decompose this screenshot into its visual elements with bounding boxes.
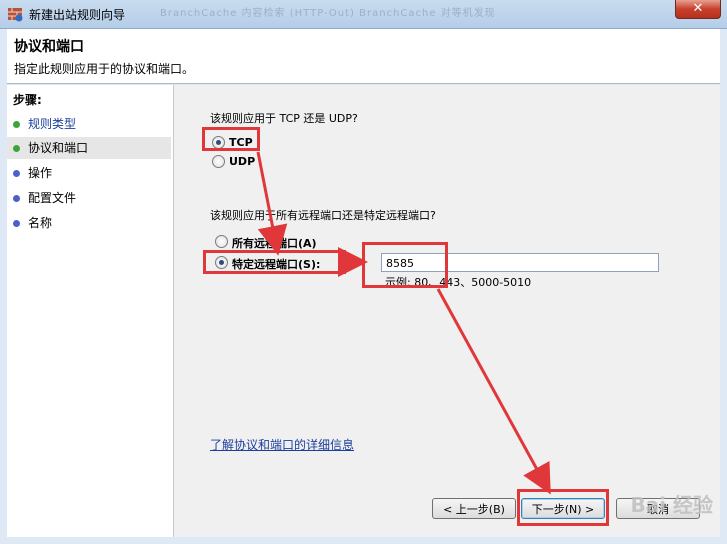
step-name[interactable]: 名称 — [7, 212, 171, 234]
baidu-watermark: Bai 经验 — [630, 493, 713, 517]
step-action[interactable]: 操作 — [7, 162, 171, 184]
step-label: 配置文件 — [28, 191, 77, 205]
step-status-icon — [13, 170, 20, 177]
title-bar: 新建出站规则向导 BranchCache 内容检索 (HTTP-Out) Bra… — [0, 0, 727, 29]
close-icon: ✕ — [692, 1, 704, 16]
tcp-radio[interactable] — [212, 136, 225, 149]
specific-ports-label[interactable]: 特定远程端口(S): — [232, 256, 320, 272]
tcp-label[interactable]: TCP — [229, 136, 253, 149]
all-ports-label[interactable]: 所有远程端口(A) — [232, 235, 317, 251]
remote-port-field[interactable]: 8585 — [381, 253, 659, 272]
step-status-icon — [13, 195, 20, 202]
steps-sidebar: 步骤: 规则类型 协议和端口 操作 配置文件 名称 — [7, 85, 174, 537]
step-protocol-ports[interactable]: 协议和端口 — [7, 137, 171, 159]
all-ports-radio[interactable] — [215, 235, 228, 248]
ports-question: 该规则应用于所有远程端口还是特定远程端口? — [210, 209, 436, 222]
step-status-icon — [13, 121, 20, 128]
learn-more-link[interactable]: 了解协议和端口的详细信息 — [210, 436, 354, 453]
close-button[interactable]: ✕ — [675, 0, 721, 19]
window-title: 新建出站规则向导 — [29, 8, 126, 22]
udp-radio[interactable] — [212, 155, 225, 168]
step-label: 规则类型 — [28, 117, 77, 131]
udp-label[interactable]: UDP — [229, 155, 255, 168]
protocol-question: 该规则应用于 TCP 还是 UDP? — [210, 112, 358, 125]
step-label: 名称 — [28, 216, 53, 230]
step-label: 操作 — [28, 166, 53, 180]
step-rule-type[interactable]: 规则类型 — [7, 113, 171, 135]
page-title: 协议和端口 — [14, 39, 84, 55]
next-button[interactable]: 下一步(N) > — [521, 498, 605, 519]
background-window-tabs: BranchCache 内容检索 (HTTP-Out) BranchCache … — [160, 8, 496, 19]
port-example-hint: 示例: 80、443、5000-5010 — [385, 276, 532, 289]
step-label: 协议和端口 — [28, 141, 89, 155]
steps-title: 步骤: — [13, 93, 42, 107]
wizard-header: 协议和端口 指定此规则应用于的协议和端口。 — [7, 29, 720, 84]
wizard-body: 步骤: 规则类型 协议和端口 操作 配置文件 名称 该规则应用于 TCP 还是 … — [7, 85, 720, 537]
specific-ports-radio[interactable] — [215, 256, 228, 269]
main-panel: 该规则应用于 TCP 还是 UDP? TCP UDP 该规则应用于所有远程端口还… — [174, 85, 720, 537]
firewall-icon — [8, 8, 23, 22]
step-status-icon — [13, 145, 20, 152]
step-profile[interactable]: 配置文件 — [7, 187, 171, 209]
page-subtitle: 指定此规则应用于的协议和端口。 — [14, 62, 195, 76]
back-button[interactable]: < 上一步(B) — [432, 498, 516, 519]
step-status-icon — [13, 220, 20, 227]
